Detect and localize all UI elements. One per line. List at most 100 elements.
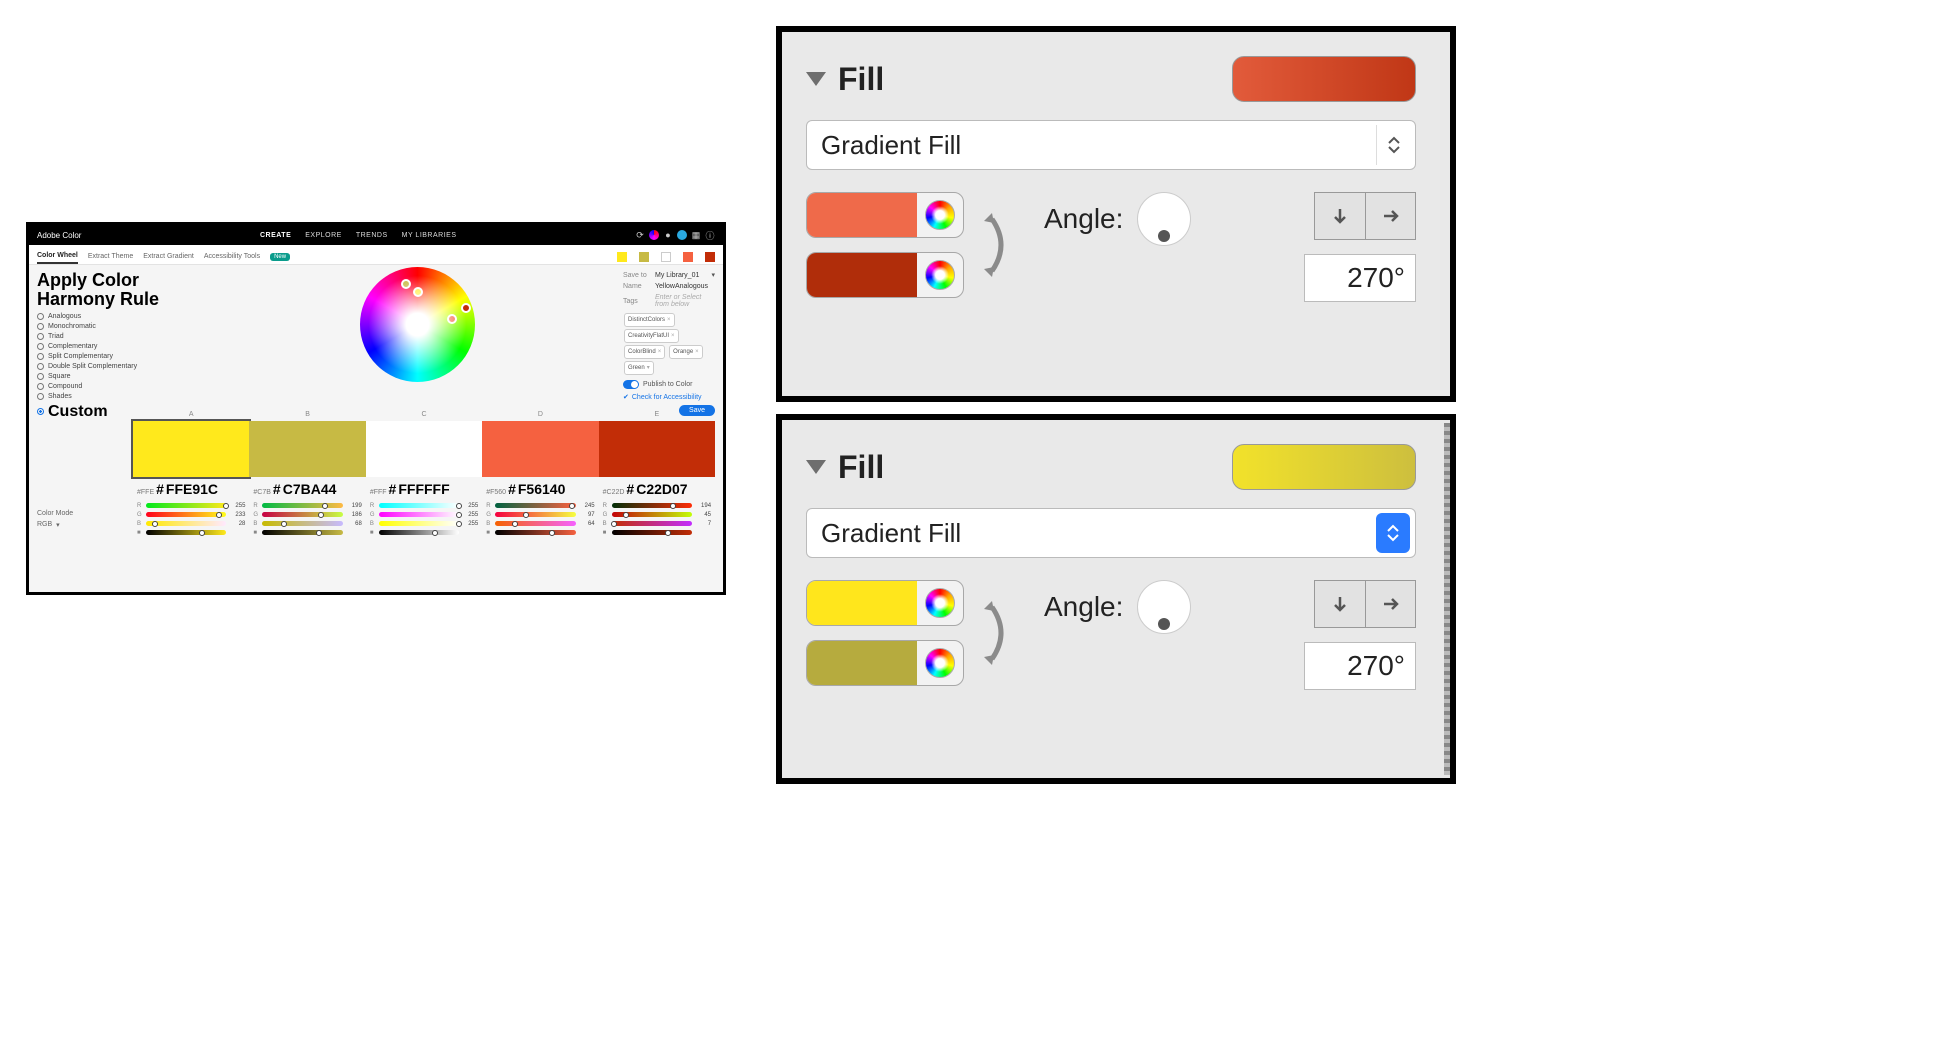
swap-stops-icon[interactable] [982, 593, 1016, 678]
color-mode-select[interactable]: RGB▾ [37, 521, 133, 529]
mini-swatch-4[interactable] [705, 252, 715, 262]
swatch-0[interactable]: A [133, 421, 249, 477]
apps-grid-icon[interactable]: ▦ [691, 230, 701, 240]
fill-preview-swatch[interactable] [1232, 56, 1416, 102]
slider-g[interactable]: G186 [253, 512, 361, 518]
slider-r[interactable]: R199 [253, 503, 361, 509]
slider-value[interactable]: 233 [229, 512, 245, 518]
bell-icon[interactable]: ● [663, 230, 673, 240]
slider-value[interactable]: 7 [695, 521, 711, 527]
hex-3[interactable]: #F560#F56140 [482, 479, 598, 499]
slider-b[interactable]: B68 [253, 521, 361, 527]
angle-value-input[interactable]: 270° [1304, 642, 1416, 690]
slider-value[interactable]: 245 [579, 503, 595, 509]
nav-trends[interactable]: TRENDS [356, 232, 388, 239]
slider-g[interactable]: G233 [137, 512, 245, 518]
mini-swatch-1[interactable] [639, 252, 649, 262]
avatar[interactable] [677, 230, 687, 240]
slider-value[interactable]: 64 [579, 521, 595, 527]
rule-compound[interactable]: Compound [37, 383, 212, 390]
angle-value-input[interactable]: 270° [1304, 254, 1416, 302]
tab-extract-gradient[interactable]: Extract Gradient [143, 250, 194, 263]
tag-chip[interactable]: Orange× [669, 345, 703, 359]
slider-b[interactable]: B64 [486, 521, 594, 527]
slider-b[interactable]: B28 [137, 521, 245, 527]
swatch-3[interactable]: D [482, 421, 598, 477]
disclosure-triangle-icon[interactable] [806, 72, 826, 86]
tag-chip[interactable]: ColorBlind× [624, 345, 665, 359]
tag-chip[interactable]: Green▾ [624, 361, 654, 375]
hex-2[interactable]: #FFF#FFFFFF [366, 479, 482, 499]
direction-down-button[interactable] [1315, 193, 1365, 239]
slider-r[interactable]: R255 [370, 503, 478, 509]
slider-value[interactable]: 255 [462, 512, 478, 518]
direction-right-button[interactable] [1365, 193, 1415, 239]
slider-value[interactable]: 255 [229, 503, 245, 509]
slider-brightness[interactable]: ■ [603, 530, 711, 536]
tag-chip[interactable]: CreativityFlatUI× [624, 329, 679, 343]
angle-dial[interactable] [1137, 192, 1191, 246]
select-stepper-icon[interactable] [1376, 125, 1410, 165]
gradient-stop-0[interactable] [806, 192, 964, 238]
hex-4[interactable]: #C22D#C22D07 [599, 479, 715, 499]
slider-value[interactable]: 68 [346, 521, 362, 527]
tags-placeholder[interactable]: Enter or Select from below [655, 294, 715, 308]
fill-preview-swatch[interactable] [1232, 444, 1416, 490]
slider-value[interactable]: 194 [695, 503, 711, 509]
hex-0[interactable]: #FFE#FFE91C [133, 479, 249, 499]
slider-value[interactable]: 97 [579, 512, 595, 518]
swatch-4[interactable]: E [599, 421, 715, 477]
gradient-stop-1[interactable] [806, 252, 964, 298]
wheel-node-1[interactable] [413, 287, 423, 297]
direction-right-button[interactable] [1365, 581, 1415, 627]
color-picker-button[interactable] [917, 252, 963, 298]
slider-brightness[interactable]: ■ [253, 530, 361, 536]
swap-stops-icon[interactable] [982, 205, 1016, 290]
slider-brightness[interactable]: ■ [370, 530, 478, 536]
tag-chip[interactable]: DistinctColors× [624, 313, 675, 327]
slider-value[interactable]: 199 [346, 503, 362, 509]
disclosure-triangle-icon[interactable] [806, 460, 826, 474]
rule-shades[interactable]: Shades [37, 393, 212, 400]
tab-extract-theme[interactable]: Extract Theme [88, 250, 133, 263]
slider-g[interactable]: G45 [603, 512, 711, 518]
help-icon[interactable]: ⓘ [705, 230, 715, 240]
slider-value[interactable]: 255 [462, 503, 478, 509]
wheel-node-4[interactable] [461, 303, 471, 313]
slider-r[interactable]: R194 [603, 503, 711, 509]
fill-type-select[interactable]: Gradient Fill [806, 508, 1416, 558]
wheel-node-3[interactable] [447, 314, 457, 324]
slider-b[interactable]: B7 [603, 521, 711, 527]
color-picker-button[interactable] [917, 192, 963, 238]
angle-dial[interactable] [1137, 580, 1191, 634]
mini-swatch-2[interactable] [661, 252, 671, 262]
gradient-stop-0[interactable] [806, 580, 964, 626]
slider-value[interactable]: 186 [346, 512, 362, 518]
slider-value[interactable]: 28 [229, 521, 245, 527]
select-stepper-icon[interactable] [1376, 513, 1410, 553]
mini-swatch-3[interactable] [683, 252, 693, 262]
rule-square[interactable]: Square [37, 373, 212, 380]
rule-complementary[interactable]: Complementary [37, 343, 212, 350]
check-access-link[interactable]: ✔Check for Accessibility [623, 393, 715, 401]
wheel-node-0[interactable] [401, 279, 411, 289]
hex-1[interactable]: #C7B#C7BA44 [249, 479, 365, 499]
publish-toggle-row[interactable]: Publish to Color [623, 380, 715, 389]
color-picker-button[interactable] [917, 580, 963, 626]
slider-r[interactable]: R255 [137, 503, 245, 509]
color-bell-icon[interactable] [649, 230, 659, 240]
nav-explore[interactable]: EXPLORE [305, 232, 342, 239]
rule-split-complementary[interactable]: Split Complementary [37, 353, 212, 360]
swatch-2[interactable]: C [366, 421, 482, 477]
nav-create[interactable]: CREATE [260, 232, 291, 239]
wheel-node-2[interactable] [413, 320, 423, 330]
slider-g[interactable]: G97 [486, 512, 594, 518]
saveto-select[interactable]: My Library_01 [655, 272, 707, 279]
slider-value[interactable]: 45 [695, 512, 711, 518]
tab-accessibility[interactable]: Accessibility Tools [204, 250, 260, 263]
color-wheel[interactable] [360, 267, 475, 382]
slider-g[interactable]: G255 [370, 512, 478, 518]
rule-triad[interactable]: Triad [37, 333, 212, 340]
reload-icon[interactable]: ⟳ [635, 230, 645, 240]
nav-mylibs[interactable]: MY LIBRARIES [402, 232, 457, 239]
